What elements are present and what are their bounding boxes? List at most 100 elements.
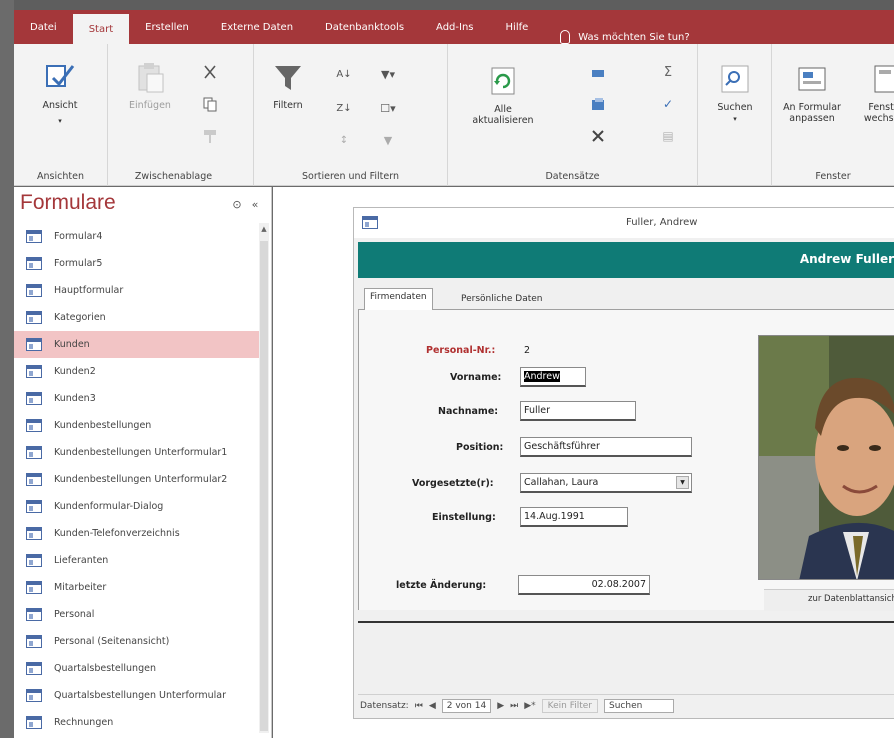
form-icon [26, 392, 42, 405]
nav-item[interactable]: Kundenformular-Dialog [14, 493, 260, 520]
suchen-button[interactable]: Suchen ▾ [710, 62, 760, 123]
window-frame-left [0, 0, 14, 738]
nav-scrollbar-thumb[interactable] [260, 241, 268, 731]
totals-icon[interactable]: Σ [658, 62, 678, 82]
new-record-nav-icon[interactable]: ▶* [524, 701, 535, 711]
letzte-aenderung-field[interactable]: 02.08.2007 [518, 575, 650, 595]
form-icon [26, 662, 42, 675]
next-record-icon[interactable]: ▶ [497, 701, 504, 711]
nav-search-icon[interactable]: ⊙ [230, 197, 244, 211]
last-record-icon[interactable]: ⏭ [510, 701, 518, 711]
tab-firmendaten[interactable]: Firmendaten [364, 288, 433, 311]
spelling-icon[interactable]: ✓ [658, 94, 678, 114]
form-icon [26, 608, 42, 621]
scroll-up-icon[interactable]: ▲ [259, 223, 269, 235]
group-datensaetze: Alle aktualisieren Σ ✓ ▤ Datensätze [448, 44, 698, 186]
record-search-input[interactable]: Suchen [604, 698, 674, 713]
first-record-icon[interactable]: ⏮ [415, 701, 423, 711]
prev-record-icon[interactable]: ◀ [429, 701, 436, 711]
chevron-down-icon: ▾ [58, 117, 62, 125]
delete-record-icon[interactable] [588, 126, 608, 146]
form-window-title: Fuller, Andrew [626, 217, 698, 228]
record-position[interactable]: 2 von 14 [441, 698, 492, 713]
nachname-field[interactable]: Fuller [520, 401, 636, 421]
advanced-filter-icon[interactable]: ☐▾ [378, 98, 398, 118]
filtern-button[interactable]: Filtern [268, 60, 308, 111]
form-icon [26, 284, 42, 297]
vorgesetzter-combo[interactable]: Callahan, Laura ▼ [520, 473, 692, 493]
form-titlebar: Fuller, Andrew [354, 208, 894, 238]
nav-item[interactable]: Mitarbeiter [14, 574, 260, 601]
save-record-icon[interactable] [588, 94, 608, 114]
tab-start[interactable]: Start [72, 14, 130, 44]
filter-indicator[interactable]: Kein Filter [541, 698, 598, 713]
selection-filter-icon[interactable]: ▼▾ [378, 64, 398, 84]
tab-add-ins[interactable]: Add-Ins [420, 10, 489, 44]
nav-item-label: Lieferanten [54, 555, 109, 566]
tell-me-box[interactable]: Was möchten Sie tun? [544, 30, 690, 44]
vorgesetzter-label: Vorgesetzte(r): [412, 478, 494, 489]
chevron-down-icon: ▾ [733, 115, 737, 123]
group-fenster: An Formular anpassen Fenster wechseln Fe… [772, 44, 894, 186]
nav-item[interactable]: Quartalsbestellungen [14, 655, 260, 682]
cut-icon[interactable] [200, 62, 220, 82]
nav-item[interactable]: Formular5 [14, 250, 260, 277]
nav-scrollbar[interactable] [259, 223, 269, 733]
format-painter-icon[interactable] [200, 126, 220, 146]
sort-ascending-icon[interactable]: A↓ [334, 64, 354, 84]
nav-item[interactable]: Kundenbestellungen Unterformular2 [14, 466, 260, 493]
nav-collapse-icon[interactable]: « [248, 197, 262, 211]
nav-item[interactable]: Rechnungen [14, 709, 260, 736]
einstellung-field[interactable]: 14.Aug.1991 [520, 507, 628, 527]
nav-item[interactable]: Personal (Seitenansicht) [14, 628, 260, 655]
an-formular-anpassen-button[interactable]: An Formular anpassen [780, 62, 844, 124]
nav-item-label: Rechnungen [54, 717, 114, 728]
toggle-filter-icon[interactable]: ▼ [378, 130, 398, 150]
ansicht-button[interactable]: Ansicht ▾ [28, 60, 92, 125]
fenster-wechseln-button[interactable]: Fenster wechseln [856, 62, 894, 124]
alle-aktualisieren-button[interactable]: Alle aktualisieren [460, 64, 546, 126]
form-icon [26, 311, 42, 324]
nav-item[interactable]: Kunden [14, 331, 260, 358]
nav-item[interactable]: Lieferanten [14, 547, 260, 574]
position-field[interactable]: Geschäftsführer [520, 437, 692, 457]
tab-datenbanktools[interactable]: Datenbanktools [309, 10, 420, 44]
copy-icon[interactable] [200, 94, 220, 114]
nav-item[interactable]: Personal [14, 601, 260, 628]
lightbulb-icon [560, 30, 571, 44]
form-icon [26, 635, 42, 648]
nav-item-label: Kategorien [54, 312, 106, 323]
tab-erstellen[interactable]: Erstellen [129, 10, 205, 44]
nav-item-label: Kunden [54, 339, 90, 350]
nav-item-label: Kundenbestellungen [54, 420, 152, 431]
nav-item[interactable]: Kundenbestellungen [14, 412, 260, 439]
more-records-icon[interactable]: ▤ [658, 126, 678, 146]
record-nav-label: Datensatz: [360, 700, 409, 711]
form-icon [26, 581, 42, 594]
vorgesetzter-value: Callahan, Laura [524, 477, 599, 488]
photo-button[interactable]: zur Datenblattansicht [764, 589, 894, 611]
sort-descending-icon[interactable]: Z↓ [334, 98, 354, 118]
tab-hilfe[interactable]: Hilfe [490, 10, 545, 44]
nav-item[interactable]: Kunden2 [14, 358, 260, 385]
position-label: Position: [456, 442, 504, 453]
nav-item[interactable]: Kundenbestellungen Unterformular1 [14, 439, 260, 466]
tab-externe-daten[interactable]: Externe Daten [205, 10, 309, 44]
tab-datei[interactable]: Datei [14, 10, 73, 44]
nav-item[interactable]: Kunden-Telefonverzeichnis [14, 520, 260, 547]
vorname-field[interactable]: Andrew [520, 367, 586, 387]
nav-item[interactable]: Kategorien [14, 304, 260, 331]
form-icon [26, 365, 42, 378]
tab-persoenliche-daten[interactable]: Persönliche Daten [456, 291, 548, 311]
nav-item[interactable]: Quartalsbestellungen Unterformular [14, 682, 260, 709]
remove-sort-icon[interactable]: ↕ [334, 130, 354, 150]
nav-item[interactable]: Hauptformular [14, 277, 260, 304]
search-icon [718, 62, 752, 96]
combo-dropdown-icon[interactable]: ▼ [676, 476, 689, 489]
group-label-ansichten: Ansichten [37, 171, 84, 182]
einfuegen-button[interactable]: Einfügen [120, 60, 180, 111]
form-icon [26, 500, 42, 513]
nav-item[interactable]: Formular4 [14, 223, 260, 250]
nav-item[interactable]: Kunden3 [14, 385, 260, 412]
new-record-icon[interactable] [588, 62, 608, 82]
